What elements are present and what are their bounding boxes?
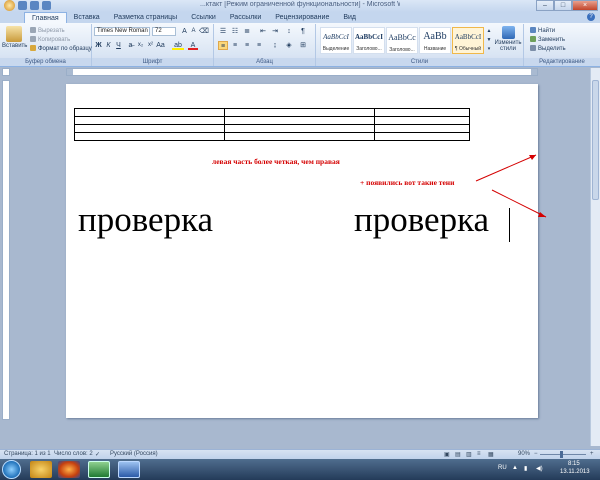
arrow-up-right (475, 154, 537, 182)
start-button-icon[interactable] (2, 460, 21, 479)
zoom-level[interactable]: 90% (518, 451, 530, 457)
view-print-layout-icon[interactable]: ▣ (444, 451, 450, 458)
view-outline-icon[interactable]: ≡ (477, 451, 481, 457)
view-web-icon[interactable]: ▥ (466, 451, 472, 458)
arrow-down-right (491, 189, 547, 218)
clock-date[interactable]: 13.11.2013 (560, 469, 590, 475)
clock-time[interactable]: 8:15 (568, 461, 580, 467)
zoom-in-icon[interactable]: + (590, 451, 594, 457)
language-indicator[interactable]: RU (498, 465, 507, 471)
view-fullscreen-icon[interactable]: ▤ (455, 451, 461, 458)
page-count[interactable]: Страница: 1 из 1 (4, 451, 51, 457)
word-icon[interactable] (118, 461, 140, 478)
annotation-arrows (475, 154, 547, 218)
zoom-slider[interactable] (540, 454, 586, 455)
zoom-slider-thumb[interactable] (560, 451, 563, 458)
volume-icon[interactable]: ◀) (536, 465, 543, 472)
language[interactable]: Русский (Россия) (110, 451, 158, 457)
status-bar: Страница: 1 из 1 Число слов: 2 ✓ Русский… (0, 449, 600, 459)
view-draft-icon[interactable]: ▦ (488, 451, 494, 458)
excel-icon[interactable] (88, 461, 110, 478)
firefox-icon[interactable] (58, 461, 80, 478)
tray-up-arrow-icon[interactable]: ▲ (512, 465, 518, 471)
arrowhead-down (538, 212, 546, 217)
word-count[interactable]: Число слов: 2 (54, 451, 93, 457)
network-icon[interactable]: ▮ (524, 465, 527, 472)
zoom-out-icon[interactable]: − (534, 451, 538, 457)
taskbar: RU ▲ ▮ ◀) 8:15 13.11.2013 (0, 459, 600, 480)
spellcheck-icon[interactable]: ✓ (95, 451, 100, 458)
explorer-icon[interactable] (30, 461, 52, 478)
